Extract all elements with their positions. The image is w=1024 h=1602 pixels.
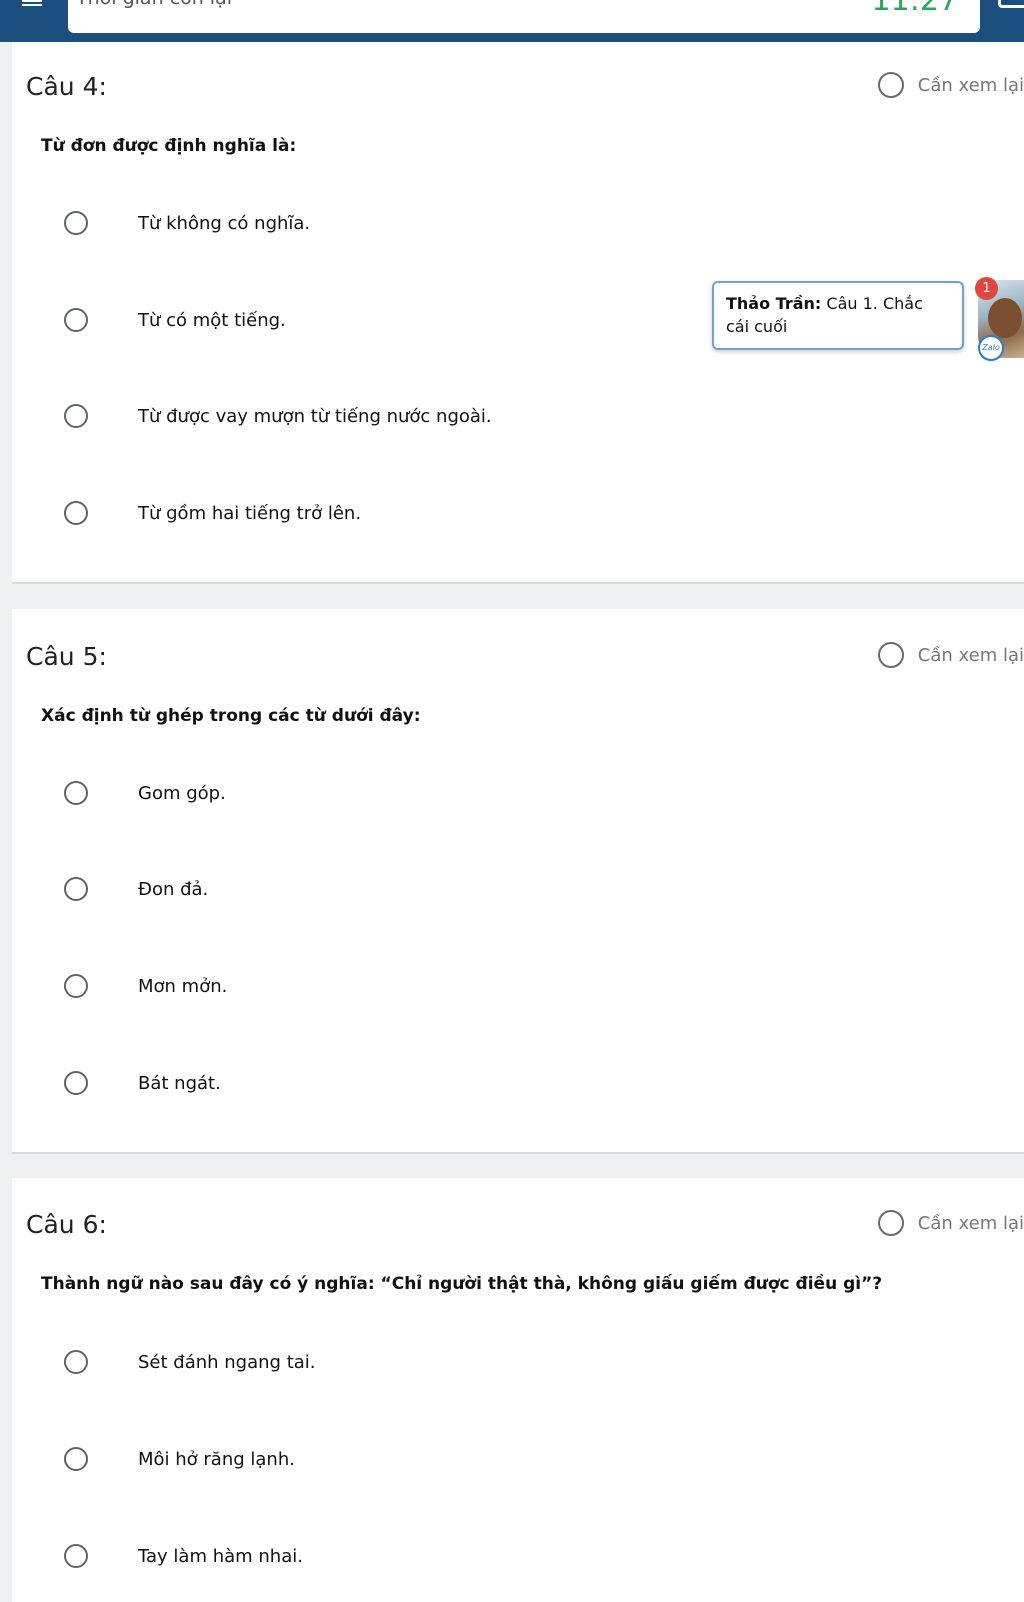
review-label: Cần xem lại (917, 74, 1024, 96)
timer-label: Thời gian còn lại (76, 0, 232, 9)
review-label: Cần xem lại (917, 644, 1024, 666)
option-label[interactable]: Gom góp. (138, 783, 226, 804)
radio-button[interactable] (64, 877, 88, 901)
chat-sender: Thảo Trần: (726, 294, 822, 313)
option-row[interactable]: Đon đả. (64, 877, 208, 901)
panel-toggle-icon[interactable] (998, 0, 1024, 8)
timer-value: 11:27 (871, 0, 958, 18)
question-card-5: Câu 5: Cần xem lại Xác định từ ghép tron… (12, 609, 1024, 1154)
review-toggle[interactable]: Cần xem lại (877, 642, 1024, 668)
question-prompt: Từ đơn được định nghĩa là: (41, 136, 297, 156)
option-label[interactable]: Từ được vay mượn từ tiếng nước ngoài. (138, 406, 492, 427)
radio-button[interactable] (64, 974, 88, 998)
review-label: Cần xem lại (917, 1212, 1024, 1234)
radio-button[interactable] (64, 1447, 88, 1471)
option-label[interactable]: Từ có một tiếng. (138, 310, 286, 331)
radio-button[interactable] (64, 404, 88, 428)
option-row[interactable]: Môi hở răng lạnh. (64, 1447, 295, 1471)
option-row[interactable]: Tay làm hàm nhai. (64, 1544, 303, 1568)
option-label[interactable]: Bát ngát. (138, 1073, 221, 1094)
option-label[interactable]: Từ không có nghĩa. (138, 213, 310, 234)
radio-button[interactable] (64, 1544, 88, 1568)
radio-button[interactable] (64, 501, 88, 525)
option-label[interactable]: Tay làm hàm nhai. (138, 1546, 303, 1567)
option-label[interactable]: Mơn mởn. (138, 976, 227, 997)
menu-icon[interactable] (22, 0, 42, 8)
review-toggle[interactable]: Cần xem lại (877, 72, 1024, 98)
option-label[interactable]: Đon đả. (138, 879, 208, 900)
option-row[interactable]: Từ có một tiếng. (64, 308, 286, 332)
question-prompt: Xác định từ ghép trong các từ dưới đây: (41, 706, 421, 726)
review-toggle[interactable]: Cần xem lại (877, 1210, 1024, 1236)
option-label[interactable]: Môi hở răng lạnh. (138, 1449, 295, 1470)
option-label[interactable]: Sét đánh ngang tai. (138, 1352, 316, 1373)
question-title: Câu 4: (26, 72, 107, 101)
radio-button[interactable] (64, 308, 88, 332)
top-bar: Thời gian còn lại 11:27 (0, 0, 1024, 42)
radio-button[interactable] (64, 781, 88, 805)
option-row[interactable]: Mơn mởn. (64, 974, 227, 998)
question-card-6: Câu 6: Cần xem lại Thành ngữ nào sau đây… (12, 1178, 1024, 1602)
radio-button[interactable] (64, 1071, 88, 1095)
question-title: Câu 5: (26, 642, 107, 671)
option-row[interactable]: Từ gồm hai tiếng trở lên. (64, 501, 361, 525)
review-checkbox-icon[interactable] (877, 72, 904, 98)
question-prompt: Thành ngữ nào sau đây có ý nghĩa: “Chỉ n… (41, 1274, 883, 1294)
chat-notification-popup[interactable]: Thảo Trần: Câu 1. Chắc cái cuối (712, 281, 964, 350)
option-label[interactable]: Từ gồm hai tiếng trở lên. (138, 503, 361, 524)
radio-button[interactable] (64, 1350, 88, 1374)
question-title: Câu 6: (26, 1210, 107, 1239)
option-row[interactable]: Từ được vay mượn từ tiếng nước ngoài. (64, 404, 492, 428)
option-row[interactable]: Từ không có nghĩa. (64, 211, 310, 235)
option-row[interactable]: Bát ngát. (64, 1071, 221, 1095)
review-checkbox-icon[interactable] (877, 642, 904, 668)
option-row[interactable]: Gom góp. (64, 781, 226, 805)
radio-button[interactable] (64, 211, 88, 235)
notification-count-badge: 1 (975, 277, 998, 300)
option-row[interactable]: Sét đánh ngang tai. (64, 1350, 316, 1374)
avatar-face (988, 298, 1022, 338)
review-checkbox-icon[interactable] (877, 1210, 904, 1236)
timer-panel: Thời gian còn lại 11:27 (68, 0, 980, 33)
zalo-app-icon: Zalo (978, 335, 1004, 361)
